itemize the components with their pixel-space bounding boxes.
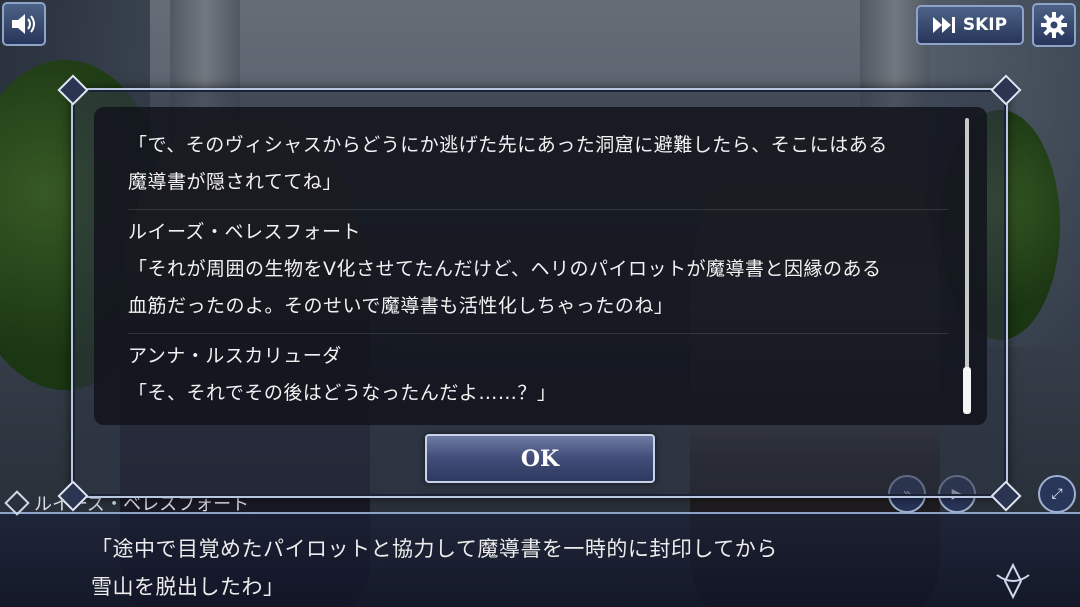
backlog-line: 魔導書が隠されててね」 — [128, 171, 342, 193]
skip-button[interactable]: SKIP — [916, 5, 1024, 45]
backlog-speaker: アンナ・ルスカリューダ — [128, 345, 342, 367]
backlog-line: 「それが周囲の生物をV化させてたんだけど、ヘリのパイロットが魔導書と因縁のある — [128, 258, 882, 280]
backlog-line: 「で、そのヴィシャスからどうにか逃げた先にあった洞窟に避難したら、そこにはある — [128, 134, 888, 156]
message-text: 「途中で目覚めたパイロットと協力して魔導書を一時的に封印してから 雪山を脱出した… — [91, 530, 911, 606]
backlog-entry: 「で、そのヴィシャスからどうにか逃げた先にあった洞窟に避難したら、そこにはある … — [128, 123, 948, 209]
ok-label: OK — [520, 445, 560, 472]
fast-forward-icon — [932, 17, 955, 33]
backlog-entry: アンナ・ルスカリューダ 「そ、それでその後はどうなったんだよ……？」 — [128, 333, 948, 420]
backlog-scroll-thumb[interactable] — [963, 367, 971, 414]
settings-button[interactable] — [1032, 3, 1076, 47]
gear-icon — [1041, 12, 1067, 38]
backlog-list: 「で、そのヴィシャスからどうにか逃げた先にあった洞窟に避難したら、そこにはある … — [128, 123, 948, 420]
backlog-speaker: ルイーズ・ベレスフォート — [128, 221, 362, 243]
diamond-icon — [4, 490, 30, 516]
fullscreen-button[interactable]: ⤢ — [1038, 475, 1076, 513]
message-line: 雪山を脱出したわ」 — [91, 575, 285, 599]
sound-toggle-button[interactable] — [2, 2, 46, 46]
backlog-line: 「そ、それでその後はどうなったんだよ……？」 — [128, 382, 557, 404]
backlog-entry: ルイーズ・ベレスフォート 「それが周囲の生物をV化させてたんだけど、ヘリのパイロ… — [128, 209, 948, 333]
backlog-panel[interactable]: 「で、そのヴィシャスからどうにか逃げた先にあった洞窟に避難したら、そこにはある … — [94, 107, 987, 425]
speaker-icon — [12, 14, 35, 34]
skip-label: SKIP — [962, 15, 1008, 35]
expand-icon: ⤢ — [1051, 486, 1063, 502]
backlog-line: 血筋だったのよ。そのせいで魔導書も活性化しちゃったのね」 — [128, 295, 674, 317]
message-line: 「途中で目覚めたパイロットと協力して魔導書を一時的に封印してから — [91, 537, 778, 561]
ok-button[interactable]: OK — [425, 434, 655, 483]
emblem-icon — [990, 558, 1036, 604]
